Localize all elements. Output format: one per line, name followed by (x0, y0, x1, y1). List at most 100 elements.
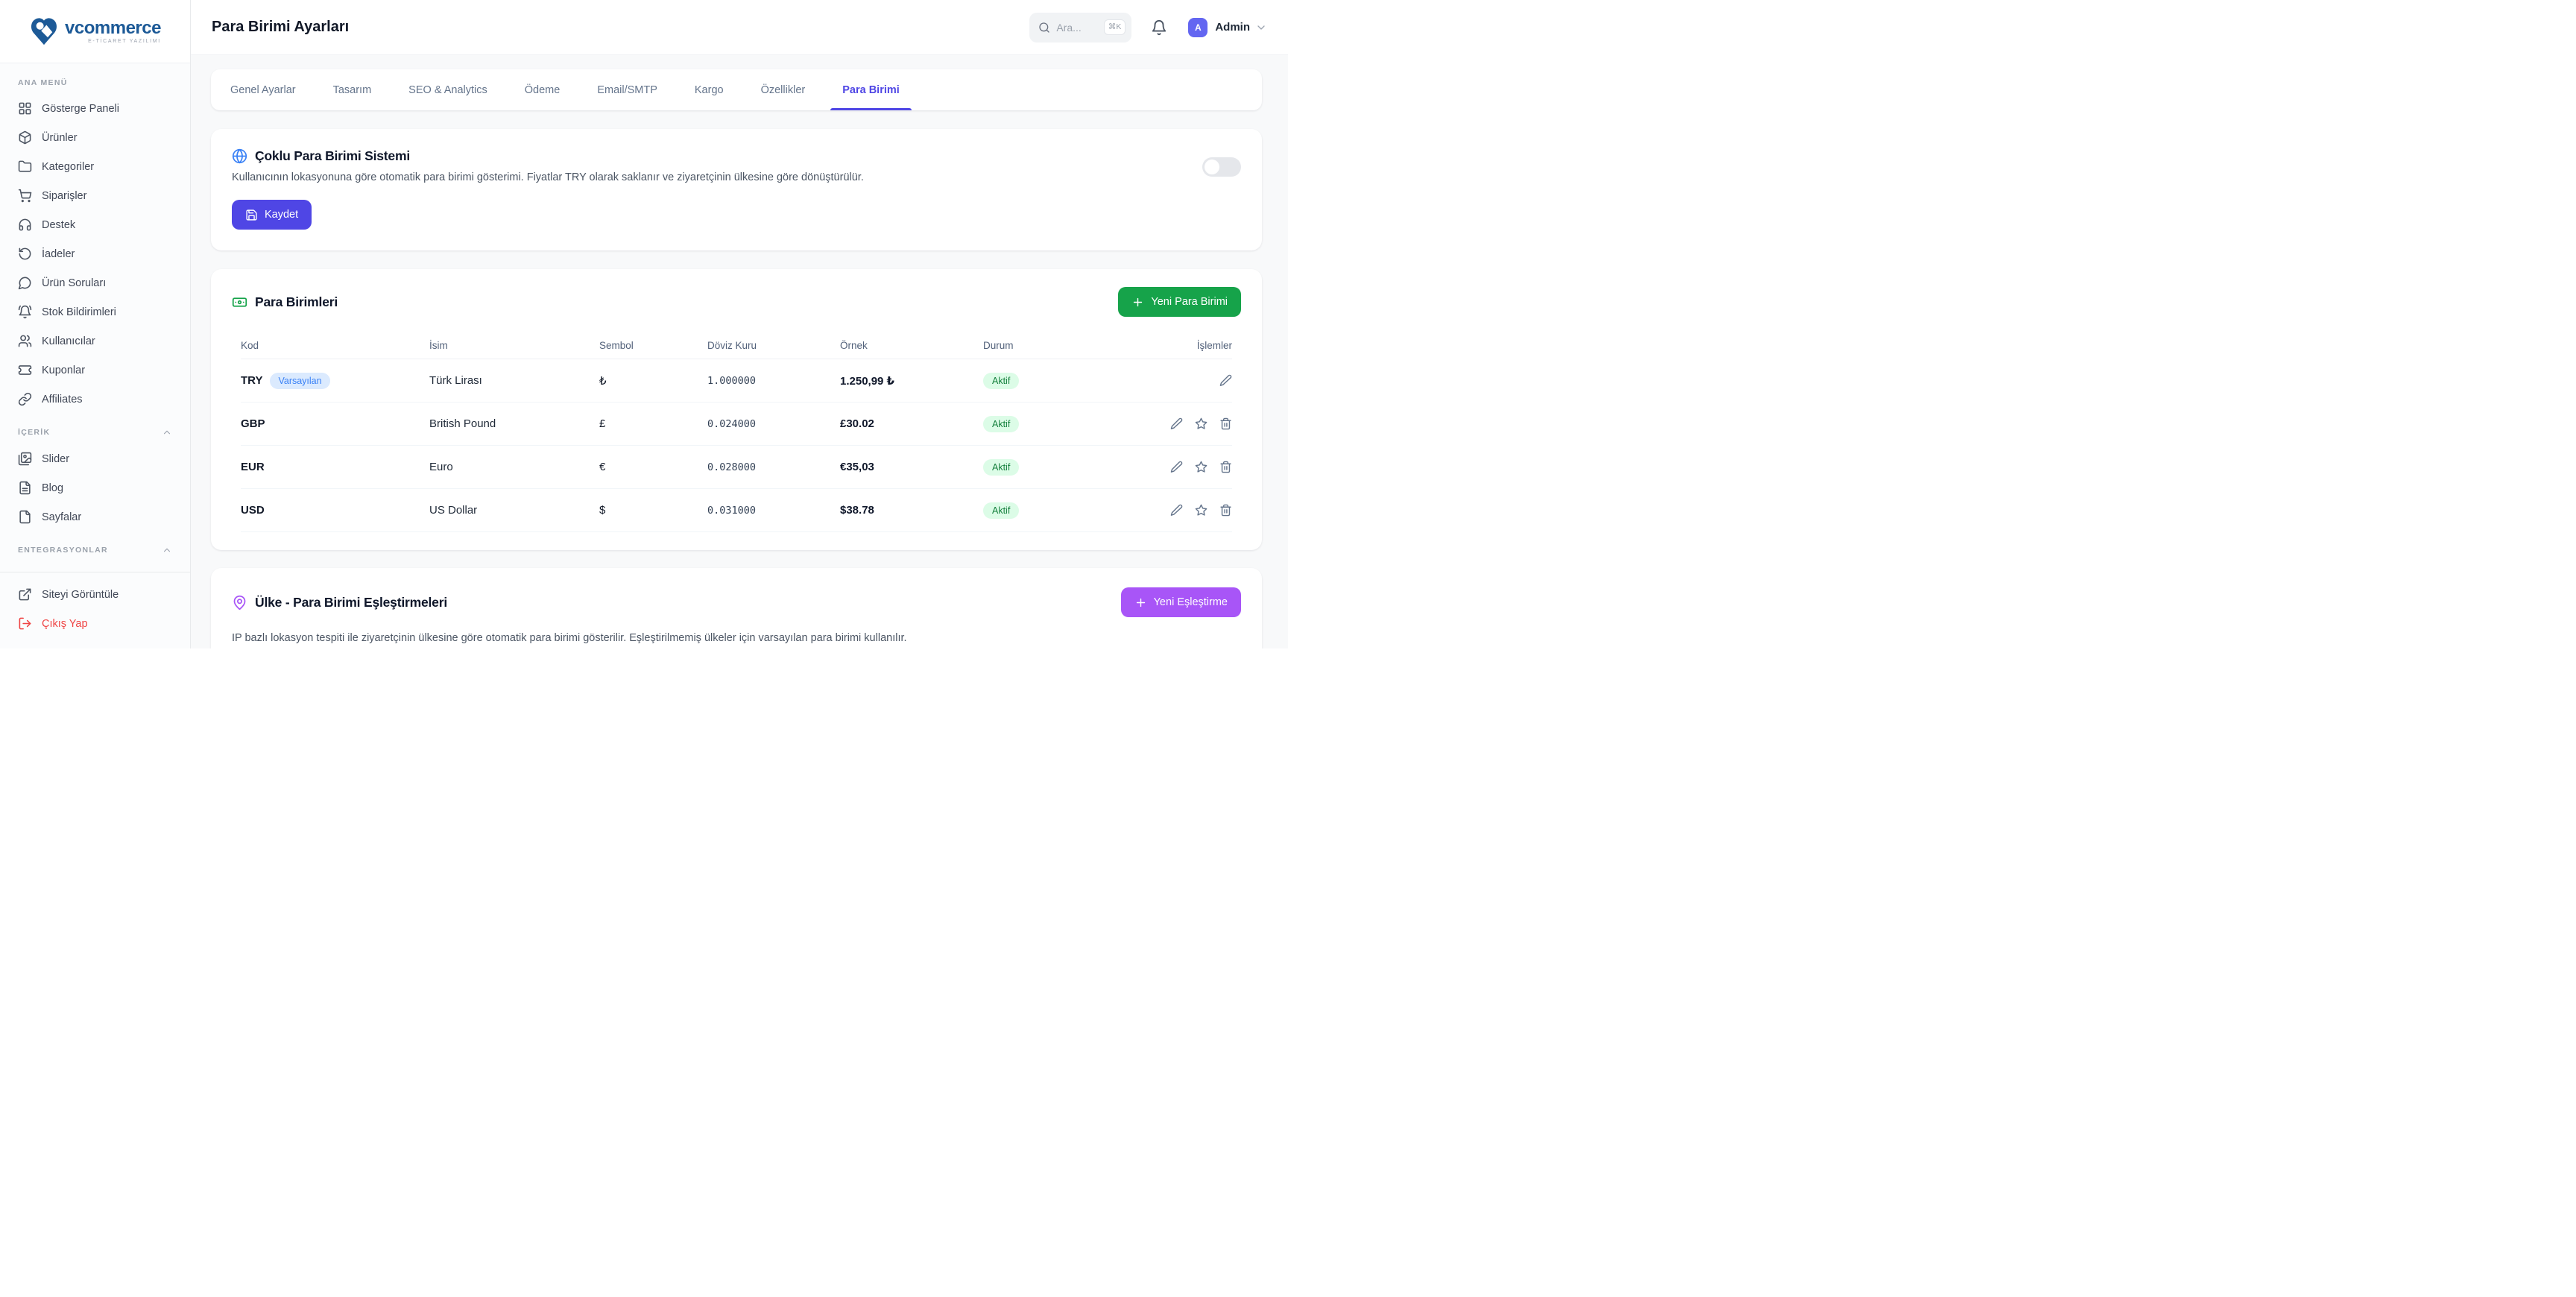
page-title: Para Birimi Ayarları (212, 19, 349, 36)
sidebar-item-slider[interactable]: Slider (0, 444, 190, 473)
default-badge: Varsayılan (270, 373, 329, 389)
search-icon (1038, 22, 1050, 34)
search-placeholder: Ara... (1056, 22, 1097, 34)
currencies-title: Para Birimleri (255, 294, 338, 310)
example-price: 1.250,99 ₺ (840, 374, 983, 388)
currency-name: Euro (429, 461, 599, 473)
chevron-up-icon[interactable] (162, 545, 172, 555)
chevron-down-icon[interactable] (1255, 22, 1267, 34)
status-badge: Aktif (983, 459, 1019, 476)
delete-button[interactable] (1219, 417, 1232, 430)
save-button[interactable]: Kaydet (232, 200, 312, 230)
currency-code: USD (241, 504, 265, 517)
sidebar-section-ana-menu: ANA MENÜ (0, 65, 190, 94)
brand-logo[interactable]: vcommerce E-TİCARET YAZILIMI (0, 0, 190, 63)
table-row-usd: USDUS Dollar$0.031000$38.78Aktif (241, 489, 1232, 532)
currency-code: EUR (241, 461, 265, 473)
sidebar-item-urun-sorulari[interactable]: Ürün Soruları (0, 268, 190, 297)
sidebar-item-label: Siteyi Görüntüle (42, 589, 119, 601)
sidebar-item-label: Çıkış Yap (42, 618, 88, 630)
add-currency-button[interactable]: Yeni Para Birimi (1118, 287, 1241, 317)
sidebar-item-i-adeler[interactable]: İadeler (0, 239, 190, 268)
rotate-ccw-icon (18, 247, 32, 261)
sidebar-nav: ANA MENÜGösterge PaneliÜrünlerKategorile… (0, 63, 190, 562)
mappings-description: IP bazlı lokasyon tespiti ile ziyaretçin… (232, 631, 1241, 646)
tab-tasarim[interactable]: Tasarım (321, 69, 384, 110)
sidebar: vcommerce E-TİCARET YAZILIMI ANA MENÜGös… (0, 0, 191, 648)
multi-currency-card: Çoklu Para Birimi Sistemi Kullanıcının l… (211, 129, 1262, 250)
dashboard-icon (18, 101, 32, 116)
sidebar-item-label: Siparişler (42, 190, 86, 202)
add-mapping-button[interactable]: Yeni Eşleştirme (1121, 587, 1241, 617)
sidebar-item-kuponlar[interactable]: Kuponlar (0, 356, 190, 385)
multi-currency-toggle[interactable] (1202, 157, 1241, 177)
brand-logo-icon (29, 16, 59, 47)
tab-email-smtp[interactable]: Email/SMTP (585, 69, 669, 110)
tab-ozellikler[interactable]: Özellikler (749, 69, 818, 110)
edit-button[interactable] (1170, 417, 1183, 430)
currency-symbol: £ (599, 417, 707, 430)
brand-tagline: E-TİCARET YAZILIMI (88, 39, 161, 44)
sidebar-item-siparisler[interactable]: Siparişler (0, 181, 190, 210)
currency-symbol: ₺ (599, 374, 707, 388)
sidebar-item-sayfalar[interactable]: Sayfalar (0, 502, 190, 531)
exchange-rate: 1.000000 (707, 375, 840, 387)
tab-seo-analytics[interactable]: SEO & Analytics (397, 69, 499, 110)
sidebar-item-kategoriler[interactable]: Kategoriler (0, 152, 190, 181)
tab-kargo[interactable]: Kargo (683, 69, 736, 110)
currencies-table: KodİsimSembolDöviz KuruÖrnekDurumİşlemle… (232, 332, 1241, 532)
column-header-i-slemler: İşlemler (1147, 340, 1232, 351)
sidebar-item-cikis-yap[interactable]: Çıkış Yap (0, 609, 190, 638)
sidebar-item-label: Kullanıcılar (42, 335, 95, 347)
tab-genel-ayarlar[interactable]: Genel Ayarlar (218, 69, 308, 110)
main-area: Para Birimi Ayarları Ara... ⌘K A Admin G… (191, 0, 1288, 648)
folder-icon (18, 160, 32, 174)
sidebar-item-urunler[interactable]: Ürünler (0, 123, 190, 152)
sidebar-item-gosterge-paneli[interactable]: Gösterge Paneli (0, 94, 190, 123)
package-icon (18, 130, 32, 145)
sidebar-item-label: Kuponlar (42, 365, 85, 376)
sidebar-item-blog[interactable]: Blog (0, 473, 190, 502)
delete-button[interactable] (1219, 504, 1232, 517)
notifications-bell-icon[interactable] (1151, 19, 1167, 36)
sidebar-item-label: Sayfalar (42, 511, 81, 523)
multi-currency-description: Kullanıcının lokasyonuna göre otomatik p… (232, 171, 1037, 183)
sidebar-item-stok-bildirimleri[interactable]: Stok Bildirimleri (0, 297, 190, 326)
chevron-up-icon[interactable] (162, 427, 172, 438)
currency-code: TRY (241, 374, 262, 387)
edit-button[interactable] (1219, 374, 1232, 387)
tab-odeme[interactable]: Ödeme (513, 69, 572, 110)
sidebar-section-entegrasyonlar: ENTEGRASYONLAR (0, 531, 190, 562)
search-input[interactable]: Ara... ⌘K (1029, 13, 1131, 42)
table-row-gbp: GBPBritish Pound£0.024000£30.02Aktif (241, 403, 1232, 446)
sidebar-item-destek[interactable]: Destek (0, 210, 190, 239)
favorite-button[interactable] (1195, 504, 1208, 517)
avatar[interactable]: A (1188, 18, 1208, 37)
table-row-try: TRYVarsayılanTürk Lirası₺1.0000001.250,9… (241, 359, 1232, 403)
column-header-doviz-kuru: Döviz Kuru (707, 340, 840, 351)
bell-ring-icon (18, 305, 32, 319)
external-link-icon (18, 587, 32, 602)
currency-name: US Dollar (429, 504, 599, 517)
file-icon (18, 510, 32, 524)
example-price: £30.02 (840, 417, 983, 430)
search-shortcut-badge: ⌘K (1104, 19, 1126, 35)
edit-button[interactable] (1170, 461, 1183, 473)
tab-para-birimi[interactable]: Para Birimi (830, 69, 912, 110)
sidebar-section-label: İÇERİK (18, 428, 50, 437)
status-badge: Aktif (983, 416, 1019, 432)
edit-button[interactable] (1170, 504, 1183, 517)
favorite-button[interactable] (1195, 417, 1208, 430)
users-icon (18, 334, 32, 348)
sidebar-item-label: Affiliates (42, 394, 83, 405)
logout-icon (18, 616, 32, 631)
chat-icon (18, 276, 32, 290)
sidebar-item-affiliates[interactable]: Affiliates (0, 385, 190, 414)
delete-button[interactable] (1219, 461, 1232, 473)
sidebar-item-siteyi-goruntule[interactable]: Siteyi Görüntüle (0, 580, 190, 609)
banknote-icon (232, 294, 247, 310)
sidebar-item-label: Blog (42, 482, 63, 494)
user-menu[interactable]: Admin (1215, 21, 1250, 34)
favorite-button[interactable] (1195, 461, 1208, 473)
sidebar-item-kullanicilar[interactable]: Kullanıcılar (0, 326, 190, 356)
